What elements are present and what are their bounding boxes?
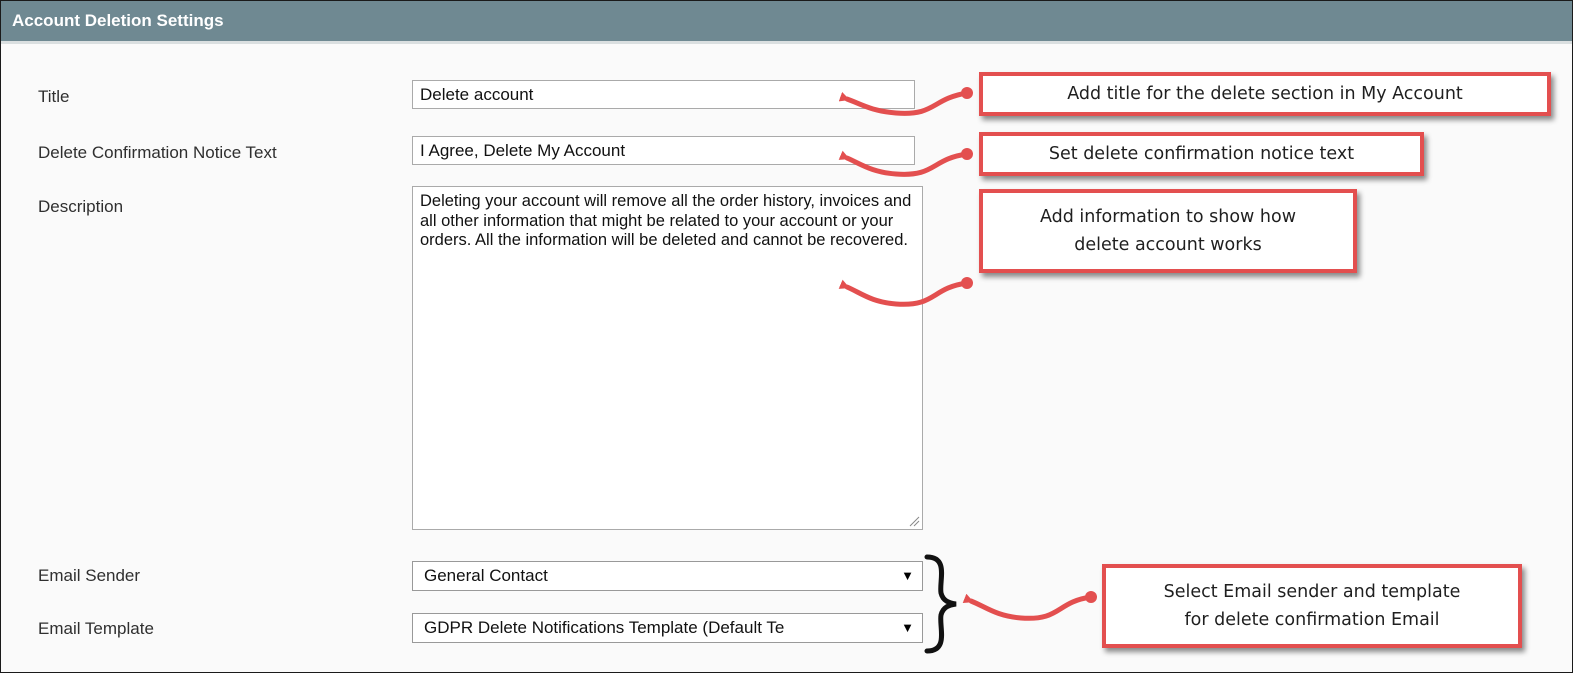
arrow-description <box>838 277 973 307</box>
callout-notice: Set delete confirmation notice text <box>979 132 1424 176</box>
arrow-email <box>962 591 1097 621</box>
callout-title: Add title for the delete section in My A… <box>979 72 1551 116</box>
account-deletion-settings-panel: Account Deletion Settings Title Delete a… <box>0 0 1573 673</box>
arrow-notice <box>838 148 973 177</box>
callout-description: Add information to show how delete accou… <box>979 189 1357 273</box>
callout-email: Select Email sender and template for del… <box>1102 564 1522 648</box>
arrow-title <box>838 87 973 116</box>
brace-icon <box>924 554 957 654</box>
